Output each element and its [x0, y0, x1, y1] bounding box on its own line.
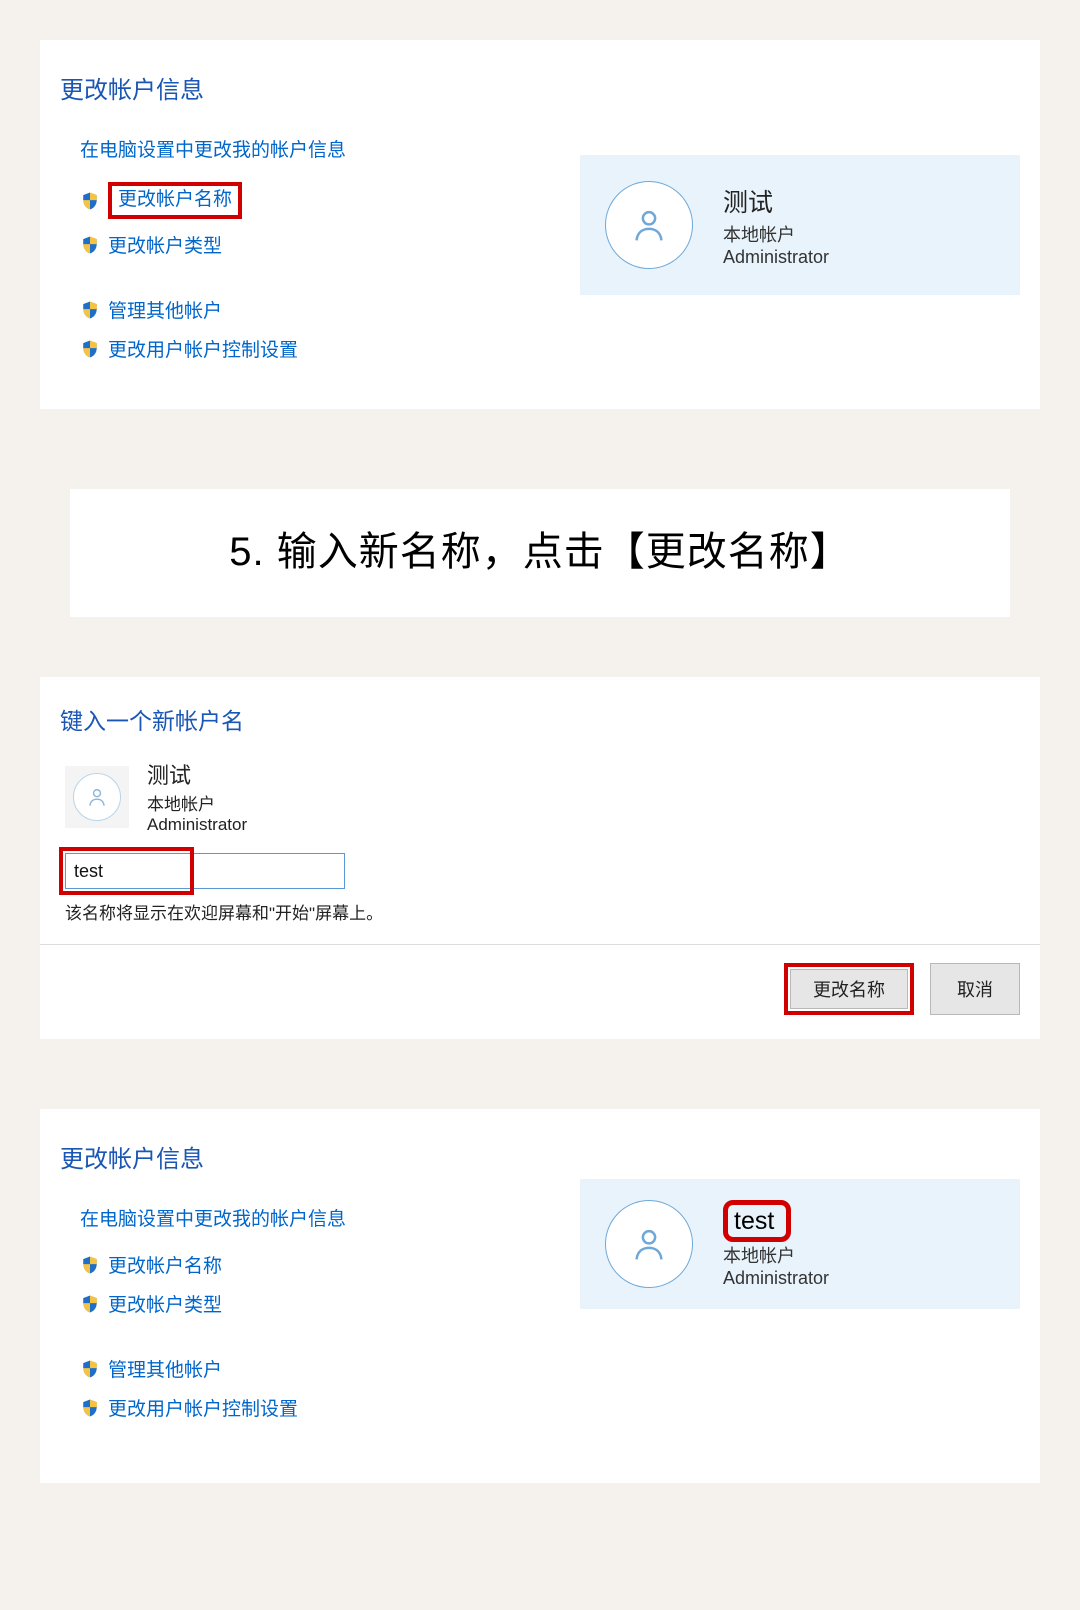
shield-icon	[80, 1397, 100, 1419]
step-instruction: 5. 输入新名称，点击【更改名称】	[70, 489, 1010, 617]
user-info: 测试 本地帐户 Administrator	[723, 183, 829, 268]
name-input-wrap	[65, 853, 1020, 889]
account-name: 测试	[147, 758, 247, 790]
panel-title: 更改帐户信息	[60, 70, 1020, 105]
input-hint: 该名称将显示在欢迎屏幕和"开始"屏幕上。	[65, 899, 1020, 924]
link-manage-other-row[interactable]: 管理其他帐户	[80, 296, 1020, 323]
shield-icon	[80, 1358, 100, 1380]
account-type: 本地帐户	[147, 790, 247, 815]
highlight-change-name: 更改帐户名称	[108, 182, 242, 219]
panel-title: 更改帐户信息	[60, 1139, 1020, 1174]
highlight-save-btn: 更改名称	[784, 963, 914, 1015]
panel-change-account-info: 更改帐户信息 在电脑设置中更改我的帐户信息 更改帐户名称 更改帐户类型 管理其他…	[40, 40, 1040, 409]
current-account-row: 测试 本地帐户 Administrator	[65, 758, 1020, 835]
link-change-name[interactable]: 更改帐户名称	[108, 1251, 222, 1278]
user-name: 测试	[723, 183, 829, 219]
avatar-icon	[73, 773, 121, 821]
user-role: Administrator	[723, 1268, 829, 1289]
avatar-icon	[605, 1200, 693, 1288]
avatar-icon	[605, 181, 693, 269]
user-type: 本地帐户	[723, 1242, 829, 1268]
shield-icon	[80, 1293, 100, 1315]
user-role: Administrator	[723, 247, 829, 268]
user-card: 测试 本地帐户 Administrator	[580, 155, 1020, 295]
link-manage-other-row[interactable]: 管理其他帐户	[80, 1355, 1020, 1382]
save-button[interactable]: 更改名称	[790, 969, 908, 1009]
link-change-uac[interactable]: 更改用户帐户控制设置	[108, 1394, 298, 1421]
button-bar: 更改名称 取消	[40, 944, 1040, 1039]
shield-icon	[80, 299, 100, 321]
link-manage-other[interactable]: 管理其他帐户	[108, 1355, 222, 1382]
user-name: test	[734, 1207, 774, 1235]
link-change-uac[interactable]: 更改用户帐户控制设置	[108, 335, 298, 362]
user-type: 本地帐户	[723, 221, 829, 247]
highlight-new-name: test	[723, 1200, 791, 1242]
panel-enter-new-name: 键入一个新帐户名 测试 本地帐户 Administrator 该名称将显示在欢迎…	[40, 677, 1040, 944]
account-info: 测试 本地帐户 Administrator	[147, 758, 247, 835]
panel-change-account-info-after: 更改帐户信息 在电脑设置中更改我的帐户信息 更改帐户名称 更改帐户类型 管理其他…	[40, 1109, 1040, 1483]
link-change-uac-row[interactable]: 更改用户帐户控制设置	[80, 335, 1020, 362]
account-role: Administrator	[147, 815, 247, 835]
link-change-type[interactable]: 更改帐户类型	[108, 231, 222, 258]
shield-icon	[80, 190, 100, 212]
link-change-name[interactable]: 更改帐户名称	[118, 189, 232, 210]
cancel-button[interactable]: 取消	[930, 963, 1020, 1015]
shield-icon	[80, 234, 100, 256]
link-change-uac-row[interactable]: 更改用户帐户控制设置	[80, 1394, 1020, 1421]
avatar-small-wrap	[65, 766, 129, 828]
shield-icon	[80, 1254, 100, 1276]
shield-icon	[80, 338, 100, 360]
link-change-type[interactable]: 更改帐户类型	[108, 1290, 222, 1317]
user-card: test 本地帐户 Administrator	[580, 1179, 1020, 1309]
panel2-title: 键入一个新帐户名	[60, 702, 1020, 736]
user-info: test 本地帐户 Administrator	[723, 1200, 829, 1289]
new-name-input[interactable]	[65, 853, 345, 889]
link-manage-other[interactable]: 管理其他帐户	[108, 296, 222, 323]
